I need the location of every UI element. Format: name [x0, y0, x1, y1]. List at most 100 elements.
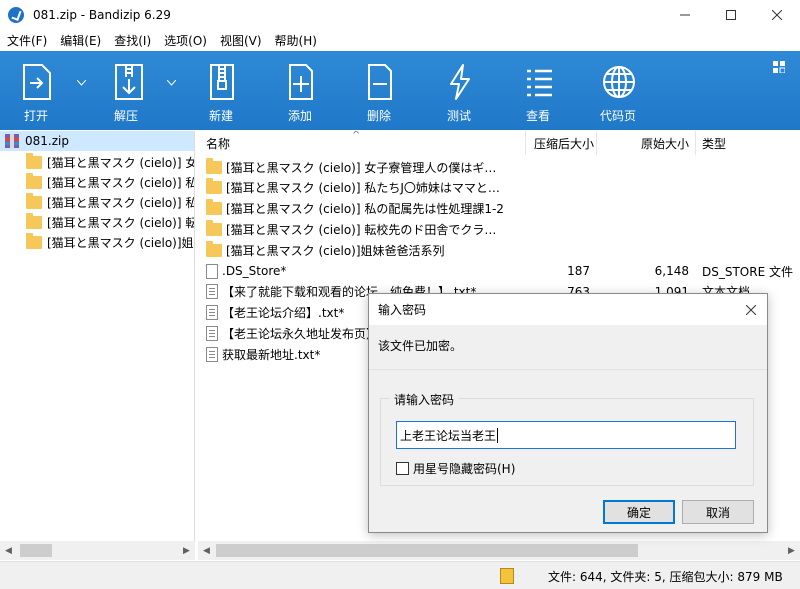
hide-password-checkbox-row[interactable]: 用星号隐藏密码(H) [396, 460, 515, 477]
codepage-label: 代码页 [600, 109, 637, 123]
cell-type [702, 157, 798, 177]
cell-packed [526, 199, 590, 219]
delete-file-icon [368, 64, 392, 100]
hide-password-checkbox[interactable] [396, 462, 409, 475]
cell-packed [526, 219, 590, 239]
tree-item-label: [猫耳と黒マスク (cielo)]姐妹 [47, 235, 195, 250]
extract-button[interactable]: 解压 [106, 51, 152, 130]
delete-button[interactable]: 删除 [357, 51, 403, 130]
password-value: 上老王论坛当老王 [400, 428, 497, 443]
open-dropdown-arrow-icon[interactable] [76, 79, 87, 89]
layout-grid-icon[interactable] [773, 61, 786, 76]
scroll-thumb[interactable] [216, 544, 638, 557]
test-button[interactable]: 测试 [437, 51, 483, 130]
cell-packed: 187 [567, 264, 590, 278]
ok-button[interactable]: 确定 [603, 500, 675, 524]
text-file-icon [206, 305, 218, 321]
cell-packed [526, 240, 590, 260]
menu-file[interactable]: 文件(F) [0, 32, 53, 49]
extract-dropdown-arrow-icon[interactable] [166, 79, 177, 89]
status-bar: 文件: 644, 文件夹: 5, 压缩包大小: 879 MB [0, 561, 800, 589]
encrypted-message: 该文件已加密。 [378, 339, 463, 353]
divider [369, 369, 767, 370]
menu-bar: 文件(F) 编辑(E) 查找(I) 选项(O) 视图(V) 帮助(H) [0, 30, 800, 50]
file-icon [206, 263, 218, 279]
tree-item-label: [猫耳と黒マスク (cielo)] 女子 [47, 155, 195, 170]
archive-status-icon [500, 568, 514, 584]
list-row[interactable]: .DS_Store* 187 6,148 DS_STORE 文件 [198, 261, 800, 281]
open-button[interactable]: 打开 [14, 51, 60, 130]
cell-original: 6,148 [654, 264, 689, 278]
text-caret [497, 427, 499, 443]
cancel-button[interactable]: 取消 [682, 500, 754, 524]
list-row[interactable]: [猫耳と黒マスク (cielo)] 転校先のド田舎でクラ… [198, 219, 800, 239]
list-row[interactable]: [猫耳と黒マスク (cielo)] 女子寮管理人の僕はギ… [198, 157, 800, 177]
cell-original [597, 199, 689, 219]
codepage-button[interactable]: 代码页 [596, 51, 642, 130]
file-name: [猫耳と黒マスク (cielo)]姐妹爸爸活系列 [226, 243, 445, 258]
folder-icon [206, 240, 222, 257]
file-name: [猫耳と黒マスク (cielo)] 転校先のド田舎でクラ… [226, 222, 497, 237]
test-label: 测试 [447, 109, 472, 123]
lightning-icon [450, 64, 470, 100]
folder-icon [26, 232, 42, 249]
file-name: 获取最新地址.txt* [222, 347, 321, 362]
text-file-icon [206, 325, 218, 341]
cell-name: .DS_Store* [206, 261, 522, 281]
scroll-right-icon[interactable]: ▶ [783, 541, 800, 560]
menu-help[interactable]: 帮助(H) [268, 32, 323, 49]
view-button[interactable]: 查看 [516, 51, 562, 130]
view-label: 查看 [526, 109, 551, 123]
tree-item[interactable]: [猫耳と黒マスク (cielo)] 私た [26, 172, 194, 192]
tree-item[interactable]: [猫耳と黒マスク (cielo)] 転校 [26, 212, 194, 232]
cell-type: DS_STORE 文件 [702, 264, 793, 279]
extract-icon [115, 64, 143, 100]
menu-options[interactable]: 选项(O) [157, 32, 213, 49]
dialog-close-button[interactable] [741, 300, 761, 320]
menu-find[interactable]: 查找(I) [107, 32, 157, 49]
column-header-name[interactable]: 名称 ^ [206, 131, 526, 155]
list-row[interactable]: [猫耳と黒マスク (cielo)] 私たちJ〇姉妹はママと… [198, 178, 800, 198]
status-text: 文件: 644, 文件夹: 5, 压缩包大小: 879 MB [548, 569, 783, 584]
cell-name: [猫耳と黒マスク (cielo)] 私の配属先は性処理課1-2 [206, 199, 522, 219]
column-header-packed[interactable]: 压缩后大小 [526, 131, 594, 155]
tree-item[interactable]: [猫耳と黒マスク (cielo)] 女子 [26, 152, 195, 172]
file-name: [猫耳と黒マスク (cielo)] 私の配属先は性処理課1-2 [226, 202, 504, 217]
tree-item-label: [猫耳と黒マスク (cielo)] 私の [47, 195, 195, 210]
tree-item[interactable]: [猫耳と黒マスク (cielo)]姐妹 [26, 232, 195, 252]
scroll-thumb[interactable] [20, 544, 52, 557]
column-header-original[interactable]: 原始大小 [597, 131, 689, 155]
menu-view[interactable]: 视图(V) [213, 32, 268, 49]
maximize-button[interactable] [708, 0, 754, 30]
folder-icon [26, 212, 42, 229]
minimize-button[interactable] [662, 0, 708, 30]
tree-horizontal-scrollbar[interactable]: ◀ ▶ [0, 541, 195, 560]
column-header-type[interactable]: 类型 [702, 131, 798, 155]
sort-ascending-icon: ^ [352, 131, 361, 141]
scroll-right-icon[interactable]: ▶ [178, 541, 195, 560]
close-window-button[interactable] [754, 0, 800, 30]
maximize-icon [726, 10, 736, 20]
dialog-title-bar: 输入密码 [369, 294, 767, 325]
scroll-left-icon[interactable]: ◀ [0, 541, 17, 560]
cell-original [597, 178, 689, 198]
cell-packed [526, 157, 590, 177]
cell-type [702, 178, 798, 198]
password-input[interactable]: 上老王论坛当老王 [396, 421, 736, 449]
add-button[interactable]: 添加 [278, 51, 324, 130]
cell-packed [526, 178, 590, 198]
open-icon [23, 64, 51, 100]
tree-root-item[interactable]: 081.zip [0, 131, 194, 151]
list-row[interactable]: [猫耳と黒マスク (cielo)]姐妹爸爸活系列 [198, 240, 800, 260]
new-archive-button[interactable]: 新建 [199, 51, 245, 130]
menu-edit[interactable]: 编辑(E) [53, 32, 107, 49]
scroll-left-icon[interactable]: ◀ [198, 541, 215, 560]
column-divider[interactable] [695, 131, 696, 155]
window-title: 081.zip - Bandizip 6.29 [33, 8, 171, 22]
cell-name: [猫耳と黒マスク (cielo)] 女子寮管理人の僕はギ… [206, 157, 522, 177]
list-horizontal-scrollbar[interactable]: ◀ ▶ [198, 541, 800, 560]
cell-name: [猫耳と黒マスク (cielo)]姐妹爸爸活系列 [206, 240, 522, 260]
list-row[interactable]: [猫耳と黒マスク (cielo)] 私の配属先は性処理課1-2 [198, 199, 800, 219]
tree-item[interactable]: [猫耳と黒マスク (cielo)] 私の [26, 192, 195, 212]
file-name: [猫耳と黒マスク (cielo)] 私たちJ〇姉妹はママと… [226, 181, 500, 196]
